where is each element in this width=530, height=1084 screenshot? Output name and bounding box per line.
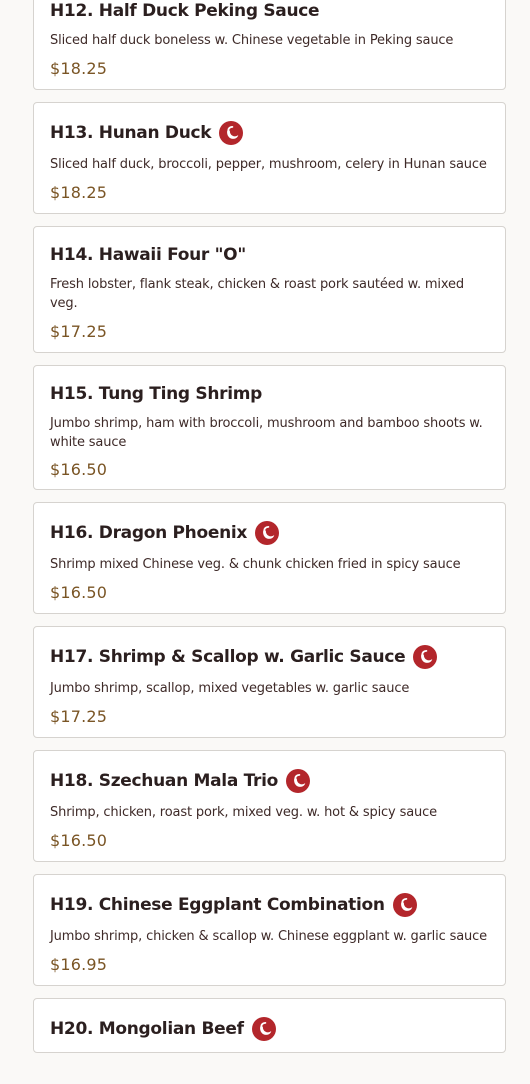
menu-item-card[interactable]: H18. Szechuan Mala Trio Shrimp, chicken,… — [33, 750, 506, 862]
menu-item-price: $16.50 — [50, 583, 108, 602]
menu-item-header: H12. Half Duck Peking Sauce — [50, 0, 489, 25]
menu-item-header: H20. Mongolian Beef — [50, 1015, 489, 1043]
menu-item-description: Sliced half duck boneless w. Chinese veg… — [50, 33, 454, 48]
menu-item-name: H16. Dragon Phoenix — [50, 523, 248, 543]
menu-item-header: H18. Szechuan Mala Trio — [50, 767, 489, 795]
chili-pepper-icon — [286, 769, 311, 793]
chili-pepper-icon — [219, 121, 244, 145]
menu-item-card[interactable]: H19. Chinese Eggplant Combination Jumbo … — [33, 874, 506, 986]
menu-item-header: H17. Shrimp & Scallop w. Garlic Sauce — [50, 643, 489, 671]
menu-item-card[interactable]: H15. Tung Ting Shrimp Jumbo shrimp, ham … — [33, 365, 506, 490]
menu-item-price: $16.50 — [50, 831, 108, 850]
menu-item-card[interactable]: H17. Shrimp & Scallop w. Garlic Sauce Ju… — [33, 626, 506, 738]
menu-item-name: H18. Szechuan Mala Trio — [50, 771, 279, 791]
menu-item-header: H14. Hawaii Four "O" — [50, 241, 489, 269]
menu-item-price: $17.25 — [50, 322, 108, 341]
menu-item-description: Shrimp mixed Chinese veg. & chunk chicke… — [50, 557, 461, 572]
menu-item-description: Jumbo shrimp, ham with broccoli, mushroo… — [50, 416, 483, 450]
menu-item-description: Jumbo shrimp, chicken & scallop w. Chine… — [50, 929, 487, 944]
menu-item-price: $16.95 — [50, 955, 108, 974]
menu-item-card[interactable]: H20. Mongolian Beef — [33, 998, 506, 1053]
menu-item-name: H19. Chinese Eggplant Combination — [50, 895, 385, 915]
menu-item-card[interactable]: H12. Half Duck Peking Sauce Sliced half … — [33, 0, 506, 90]
menu-item-name: H14. Hawaii Four "O" — [50, 245, 246, 265]
menu-item-description: Fresh lobster, flank steak, chicken & ro… — [50, 277, 464, 311]
menu-item-header: H19. Chinese Eggplant Combination — [50, 891, 489, 919]
chili-pepper-icon — [413, 645, 438, 669]
menu-item-card[interactable]: H13. Hunan Duck Sliced half duck, brocco… — [33, 102, 506, 214]
chili-pepper-icon — [392, 893, 417, 917]
menu-item-price: $16.50 — [50, 460, 108, 479]
menu-item-header: H13. Hunan Duck — [50, 119, 489, 147]
menu-item-name: H20. Mongolian Beef — [50, 1019, 244, 1039]
menu-item-header: H15. Tung Ting Shrimp — [50, 380, 489, 408]
menu-item-name: H15. Tung Ting Shrimp — [50, 384, 263, 404]
menu-item-name: H17. Shrimp & Scallop w. Garlic Sauce — [50, 647, 406, 667]
menu-item-card[interactable]: H16. Dragon Phoenix Shrimp mixed Chinese… — [33, 502, 506, 614]
menu-item-description: Shrimp, chicken, roast pork, mixed veg. … — [50, 805, 437, 820]
menu-item-price: $18.25 — [50, 59, 108, 78]
menu-item-list: H12. Half Duck Peking Sauce Sliced half … — [33, 0, 506, 1065]
menu-item-price: $17.25 — [50, 707, 108, 726]
menu-item-name: H13. Hunan Duck — [50, 123, 212, 143]
menu-item-name: H12. Half Duck Peking Sauce — [50, 1, 320, 21]
chili-pepper-icon — [251, 1017, 276, 1041]
menu-item-price: $18.25 — [50, 183, 108, 202]
menu-item-card[interactable]: H14. Hawaii Four "O" Fresh lobster, flan… — [33, 226, 506, 353]
menu-item-description: Jumbo shrimp, scallop, mixed vegetables … — [50, 681, 410, 696]
menu-item-description: Sliced half duck, broccoli, pepper, mush… — [50, 157, 487, 172]
chili-pepper-icon — [255, 521, 280, 545]
menu-item-header: H16. Dragon Phoenix — [50, 519, 489, 547]
